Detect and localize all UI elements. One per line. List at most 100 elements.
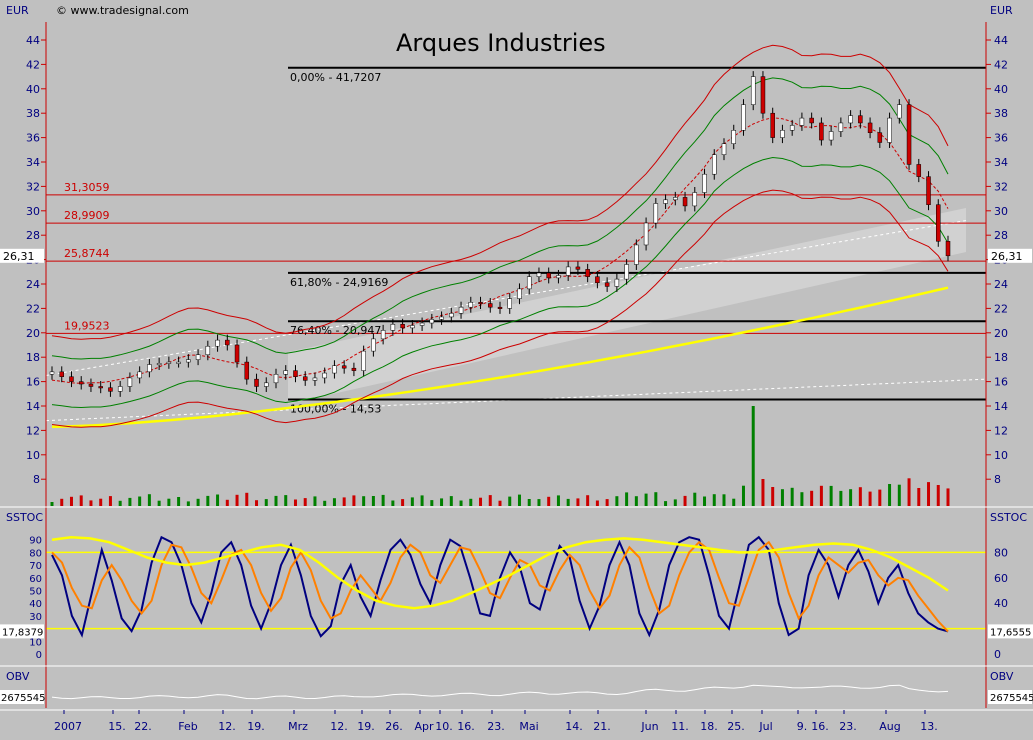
volume-bar [313,496,317,506]
candle [478,302,483,305]
volume-bar [196,498,200,506]
volume-bar [128,497,132,506]
volume-bar [371,496,375,506]
candle [702,173,707,193]
volume-bar [790,487,794,506]
stoch-tick-left: 90 [29,536,42,547]
volume-bar [625,492,629,506]
candle [127,377,133,387]
y-tick-label-left: 24 [26,278,40,291]
volume-bar [946,488,950,506]
y-tick-label-right: 44 [994,34,1008,47]
y-tick-label-left: 12 [26,424,40,437]
candle [332,365,337,374]
volume-bar [634,496,638,506]
candle [410,325,415,329]
stoch-tick-left: 80 [29,548,42,559]
candle [429,319,435,324]
candle [98,386,103,389]
y-tick-label-left: 8 [33,473,40,486]
fib-label: 100,00% - 14,53 [290,403,381,416]
source-label: © www.tradesignal.com [56,4,189,17]
x-tick-label: 23. [839,720,857,733]
volume-bar [420,495,424,506]
candle [565,266,571,276]
candle [848,115,853,124]
retrace-label: 31,3059 [64,181,110,194]
stoch-tick-left: 10 [29,637,42,648]
stoch-tick-left: 30 [29,612,42,623]
currency-right-label: EUR [990,4,1013,17]
volume-bar [654,492,658,506]
candle [536,272,542,277]
y-tick-label-left: 22 [26,302,40,315]
y-tick-label-left: 30 [26,205,40,218]
x-tick-label: Mrz [288,720,308,733]
stoch-tick-left: 70 [29,561,42,572]
fib-label: 0,00% - 41,7207 [290,71,381,84]
volume-bar [771,487,775,506]
retrace-label: 28,9909 [64,209,110,222]
volume-bar [810,490,814,506]
volume-bar [449,496,453,506]
stoch-tick-right: 0 [994,648,1001,661]
candle [147,364,152,373]
y-tick-label-right: 12 [994,424,1008,437]
volume-bar [761,479,765,506]
volume-bar [206,495,210,506]
retrace-label: 19,9523 [64,319,110,332]
x-tick-label: 19. [357,720,375,733]
candle [166,361,172,364]
volume-bar [245,492,249,506]
volume-bar [693,492,697,506]
volume-bar [907,478,911,506]
volume-bar [927,482,931,506]
volume-bar [479,497,483,506]
y-tick-label-left: 38 [26,107,40,120]
candle [653,203,659,224]
volume-bar [819,485,823,506]
volume-bar [167,498,171,506]
volume-bar [488,495,492,506]
candle [117,386,123,392]
candle [692,192,698,207]
candle [634,244,639,265]
chart-svg: 31,3059 28,9909 25,8744 19,9523 0,00% - 41,7… [0,0,1033,736]
candle [906,104,912,165]
y-tick-label-left: 20 [26,327,40,340]
volume-bar [878,489,882,506]
candle [439,316,444,320]
volume-bar [362,496,366,506]
candle [507,298,512,309]
candle [312,377,318,381]
candle [497,306,503,309]
volume-bar [235,494,239,506]
volume-bar [508,496,512,506]
y-tick-label-left: 42 [26,58,40,71]
volume-bar [410,497,414,506]
volume-bar [849,489,853,506]
candle [380,330,386,340]
candle [828,131,834,141]
y-tick-label-left: 16 [26,376,40,389]
y-tick-label-right: 10 [994,449,1008,462]
obv-value-left: 2675545 [1,693,46,704]
x-tick-label: 26. [385,720,403,733]
volume-bar [595,500,599,506]
candle [283,370,288,375]
candle [322,372,327,379]
volume-bar [323,500,327,506]
obv-value-right: 2675545 [990,693,1033,704]
volume-bar [839,490,843,506]
volume-bar [459,500,463,506]
obv-label-left: OBV [6,670,30,683]
candle [302,376,308,381]
candle [59,371,64,377]
candle [556,275,561,279]
stoch-tick-right: 60 [994,572,1008,585]
volume-bar [586,495,590,506]
candle [867,122,873,133]
candle [897,104,902,119]
chart-root: 31,3059 28,9909 25,8744 19,9523 0,00% - 41,7… [0,0,1033,736]
stoch-tick-right: 40 [994,597,1008,610]
